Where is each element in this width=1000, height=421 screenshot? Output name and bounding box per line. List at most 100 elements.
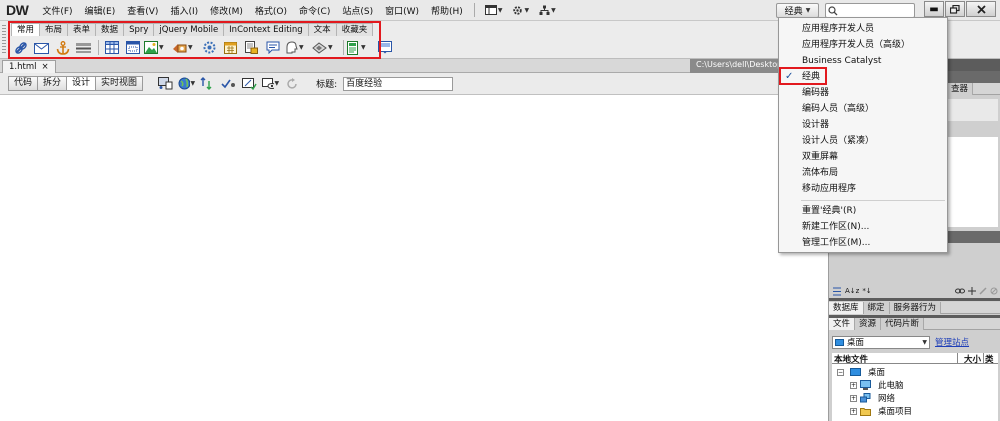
tab-databases[interactable]: 数据库 xyxy=(829,302,864,314)
close-button[interactable] xyxy=(966,1,996,17)
design-view-button[interactable]: 设计 xyxy=(66,76,97,91)
workspace-switcher[interactable]: 经典 ▼ xyxy=(776,3,819,18)
sort-az-icon[interactable]: A↓z xyxy=(845,287,859,295)
delete-icon[interactable] xyxy=(990,287,998,295)
refresh-button[interactable] xyxy=(283,76,300,91)
split-view-button[interactable]: 拆分 xyxy=(37,76,68,91)
live-view-button[interactable]: 实时视图 xyxy=(95,76,144,91)
document-tab[interactable]: 1.html × xyxy=(2,60,56,73)
tree-item-this-pc[interactable]: + 此电脑 xyxy=(850,379,904,391)
site-select[interactable]: 桌面 ▼ xyxy=(832,335,930,349)
maximize-button[interactable] xyxy=(945,1,965,17)
menu-view[interactable]: 查看(V) xyxy=(121,4,164,17)
tree-item-desktop[interactable]: − 桌面 xyxy=(837,366,885,378)
workspace-option-coder[interactable]: 编码器 xyxy=(779,85,947,101)
tree-item-label: 桌面项目 xyxy=(878,407,913,417)
sort-icon[interactable]: *↓ xyxy=(862,287,871,295)
chevron-down-icon: ▼ xyxy=(524,6,530,14)
classic-option-highlight xyxy=(779,67,827,85)
new-rule-icon[interactable] xyxy=(968,287,976,295)
network-icon xyxy=(860,393,871,403)
manage-sites-link[interactable]: 管理站点 xyxy=(935,336,969,348)
col-type[interactable]: 类 xyxy=(984,353,994,365)
design-canvas[interactable] xyxy=(0,96,828,421)
expand-icon[interactable]: + xyxy=(850,394,857,402)
inspector-tab[interactable]: 查器 xyxy=(947,83,974,95)
menu-window[interactable]: 窗口(W) xyxy=(379,4,425,17)
link-icon[interactable] xyxy=(955,287,965,295)
list-icon xyxy=(833,287,841,295)
expand-icon[interactable]: + xyxy=(850,407,857,415)
site-menu[interactable]: ▼ xyxy=(534,5,561,16)
preview-browser-button[interactable]: ▼ xyxy=(178,76,195,91)
col-size[interactable]: 大小 xyxy=(958,353,984,365)
minimize-button[interactable]: ▬ xyxy=(924,1,944,17)
chevron-down-icon: ▼ xyxy=(922,338,927,346)
validate-icon xyxy=(242,78,257,90)
page-title-input[interactable]: 百度经验 xyxy=(343,76,454,91)
layout-icon xyxy=(484,5,497,15)
refresh-icon xyxy=(286,77,297,89)
multiscreen-button[interactable] xyxy=(157,76,174,91)
workspace-option-designer[interactable]: 设计器 xyxy=(779,117,947,133)
check-browser-button[interactable] xyxy=(220,76,237,91)
menu-format[interactable]: 格式(O) xyxy=(249,4,293,17)
computer-icon xyxy=(860,380,871,390)
workspace-option-mobile-applications[interactable]: 移动应用程序 xyxy=(779,181,947,197)
search-input[interactable] xyxy=(825,3,915,18)
tab-server-behaviors[interactable]: 服务器行为 xyxy=(889,302,942,314)
insert-bar-highlight xyxy=(8,21,381,59)
tab-bindings[interactable]: 绑定 xyxy=(863,302,890,314)
tree-item-network[interactable]: + 网络 xyxy=(850,392,895,404)
search-icon xyxy=(828,5,838,15)
page-title-label: 标题: xyxy=(316,80,338,90)
menu-insert[interactable]: 插入(I) xyxy=(164,4,204,17)
minimize-icon: ▬ xyxy=(929,3,939,15)
tab-snippets[interactable]: 代码片断 xyxy=(881,318,925,330)
workspace-option-coder-plus[interactable]: 编码人员（高级） xyxy=(779,101,947,117)
close-icon[interactable]: × xyxy=(41,61,48,73)
visual-aids-button[interactable]: ▼ xyxy=(262,76,279,91)
workspace-option-fluid-layout[interactable]: 流体布局 xyxy=(779,165,947,181)
file-management-button[interactable] xyxy=(199,76,216,91)
extend-menu[interactable]: ▼ xyxy=(507,5,534,16)
data-tabs: 数据库 绑定 服务器行为 xyxy=(829,302,1000,314)
panel-header-bar xyxy=(829,298,1000,301)
option-label: 管理工作区(M)... xyxy=(802,238,871,248)
workspace-option-dual-screen[interactable]: 双重屏幕 xyxy=(779,149,947,165)
option-label: 流体布局 xyxy=(802,168,839,178)
menu-modify[interactable]: 修改(M) xyxy=(204,4,249,17)
manage-workspaces-item[interactable]: 管理工作区(M)... xyxy=(779,235,947,251)
collapse-icon[interactable]: − xyxy=(837,368,844,376)
file-list: 本地文件 大小 类 − 桌面 + 此电脑 + 网络 + 桌面项目 xyxy=(832,353,998,421)
document-tab-label: 1.html xyxy=(9,62,37,72)
menu-commands[interactable]: 命令(C) xyxy=(293,4,336,17)
eye-icon xyxy=(262,78,275,89)
menu-edit[interactable]: 编辑(E) xyxy=(79,4,122,17)
tab-files[interactable]: 文件 xyxy=(829,318,856,330)
folder-icon xyxy=(860,407,871,416)
menu-help[interactable]: 帮助(H) xyxy=(425,4,469,17)
layout-menu[interactable]: ▼ xyxy=(480,5,508,15)
new-workspace-item[interactable]: 新建工作区(N)... xyxy=(779,219,947,235)
menu-site[interactable]: 站点(S) xyxy=(336,4,379,17)
tree-item-desktop-items[interactable]: + 桌面项目 xyxy=(850,405,912,417)
workspace-option-designer-compact[interactable]: 设计人员（紧凑） xyxy=(779,133,947,149)
expand-icon[interactable]: + xyxy=(850,381,857,389)
option-label: 移动应用程序 xyxy=(802,184,857,194)
menu-file[interactable]: 文件(F) xyxy=(36,4,78,17)
tree-item-label: 网络 xyxy=(878,394,896,404)
edit-icon[interactable] xyxy=(979,287,987,295)
chevron-down-icon: ▼ xyxy=(274,80,280,87)
menu-separator xyxy=(473,3,475,17)
code-view-button[interactable]: 代码 xyxy=(8,76,39,91)
workspace-option-app-developer-plus[interactable]: 应用程序开发人员（高级） xyxy=(779,37,947,53)
chevron-down-icon: ▼ xyxy=(190,80,196,87)
col-local-files[interactable]: 本地文件 xyxy=(832,353,958,365)
tab-assets[interactable]: 资源 xyxy=(855,318,882,330)
panel-grip[interactable] xyxy=(2,25,6,55)
validate-button[interactable] xyxy=(241,76,258,91)
workspace-option-app-developer[interactable]: 应用程序开发人员 xyxy=(779,21,947,37)
document-tab-strip: 1.html × C:\Users\dell\Desktop xyxy=(0,59,828,73)
reset-workspace-item[interactable]: 重置'经典'(R) xyxy=(779,203,947,219)
